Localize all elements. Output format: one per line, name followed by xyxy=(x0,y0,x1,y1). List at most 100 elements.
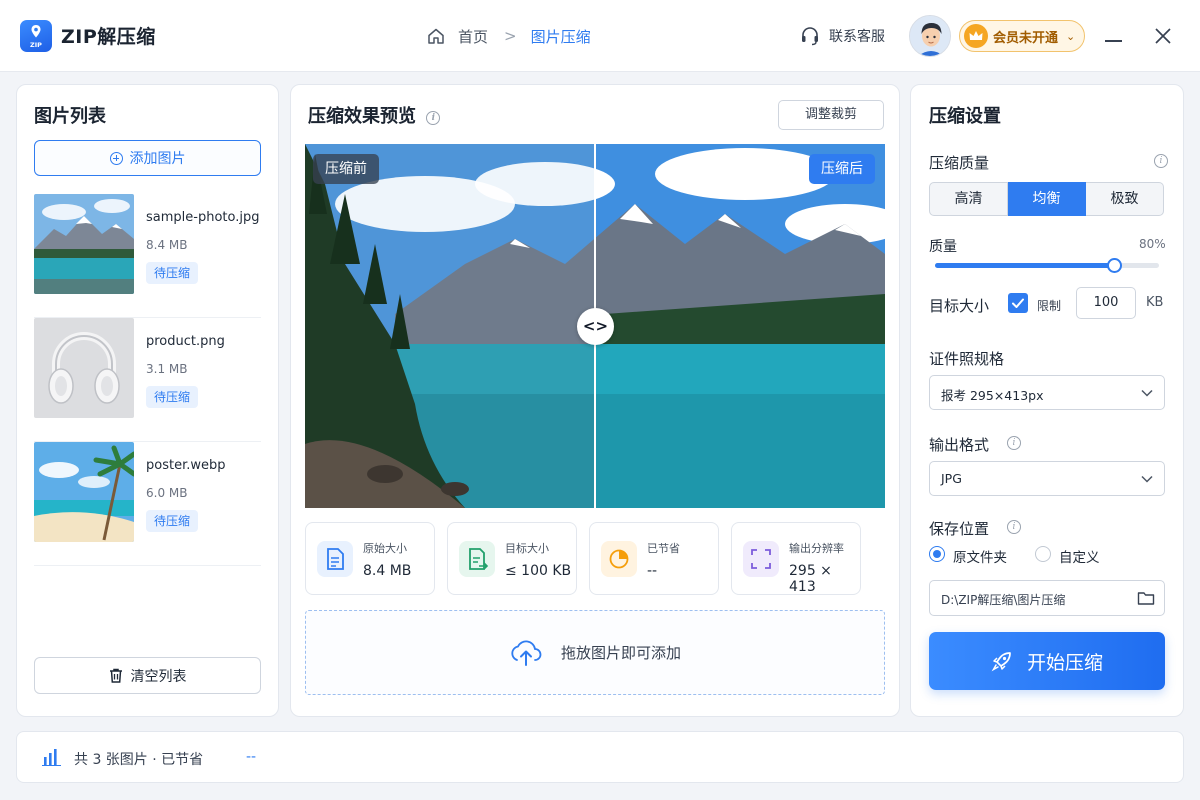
folder-icon[interactable] xyxy=(1137,590,1155,606)
compare-drag-handle[interactable]: <> xyxy=(577,308,614,345)
add-image-button[interactable]: 添加图片 xyxy=(34,140,261,176)
stat-label: 已节省 xyxy=(647,542,680,555)
radio-custom-folder[interactable] xyxy=(1035,546,1051,562)
check-icon xyxy=(1012,298,1024,308)
file-arrow-icon xyxy=(459,541,495,577)
save-path-field[interactable]: D:\ZIP解压缩\图片压缩 xyxy=(929,580,1165,616)
list-item[interactable]: poster.webp 6.0 MB 待压缩 xyxy=(34,442,261,566)
close-icon xyxy=(1155,28,1171,44)
file-icon xyxy=(317,541,353,577)
save-path-value: D:\ZIP解压缩\图片压缩 xyxy=(941,593,1066,607)
select-value: JPG xyxy=(941,471,962,486)
slider-handle[interactable] xyxy=(1107,258,1122,273)
beach-thumbnail xyxy=(34,442,134,542)
adjust-crop-button[interactable]: 调整裁剪 xyxy=(778,100,884,130)
info-icon[interactable]: i xyxy=(426,111,441,125)
item-size: 8.4 MB xyxy=(146,238,188,252)
chevron-down-icon: ⌄ xyxy=(1066,29,1076,43)
preview-panel: 压缩效果预览 i 调整裁剪 压缩前 压缩后 <> 原始大小 8.4 MB 目标大… xyxy=(290,84,900,717)
item-name: sample-photo.jpg xyxy=(146,210,260,225)
breadcrumb: 首页 > 图片压缩 xyxy=(426,24,591,48)
stat-label: 目标大小 xyxy=(505,542,549,555)
target-size-input[interactable]: 100 xyxy=(1076,287,1136,319)
app-logo: ZIP xyxy=(20,20,52,52)
stat-value: ≤ 100 KB xyxy=(505,563,572,579)
stat-original-size: 原始大小 8.4 MB xyxy=(305,522,435,595)
list-item[interactable]: product.png 3.1 MB 待压缩 xyxy=(34,318,261,442)
support-link[interactable]: 联系客服 xyxy=(799,25,885,47)
settings-panel: 压缩设置 压缩质量 i 高清 均衡 极致 质量 80% 目标大小 限制 100 … xyxy=(910,84,1184,717)
status-saved-value: -- xyxy=(246,749,257,765)
radio-custom-folder-label: 自定义 xyxy=(1059,550,1100,566)
list-item[interactable]: sample-photo.jpg 8.4 MB 待压缩 xyxy=(34,194,261,318)
add-image-label: 添加图片 xyxy=(129,151,186,167)
headset-icon xyxy=(802,27,818,46)
stat-label: 输出分辨率 xyxy=(789,542,844,555)
resize-icon xyxy=(743,541,779,577)
chevron-down-icon xyxy=(1141,389,1153,397)
image-list-panel: 图片列表 添加图片 sample-photo.jpg 8.4 MB 待压缩 pr… xyxy=(16,84,279,717)
drop-zone[interactable]: 拖放图片即可添加 xyxy=(305,610,885,695)
quality-option-balanced[interactable]: 均衡 xyxy=(1008,182,1086,216)
clear-list-label: 清空列表 xyxy=(130,668,187,685)
avatar[interactable] xyxy=(909,15,951,57)
vip-membership-button[interactable]: 会员未开通 ⌄ xyxy=(959,20,1085,52)
limit-checkbox[interactable] xyxy=(1008,293,1028,313)
stat-value: 8.4 MB xyxy=(363,563,412,579)
stat-value: 295 × 413 xyxy=(789,563,832,595)
headphones-icon xyxy=(34,318,134,418)
avatar-icon xyxy=(910,16,950,56)
preview-title-label: 压缩效果预览 xyxy=(308,106,416,127)
slider-fill xyxy=(935,263,1114,268)
stat-output-resolution: 输出分辨率 295 × 413 xyxy=(731,522,861,595)
quality-option-hd[interactable]: 高清 xyxy=(929,182,1008,216)
minimize-button[interactable] xyxy=(1104,26,1124,46)
quality-label: 压缩质量 xyxy=(929,154,990,172)
support-label: 联系客服 xyxy=(829,29,885,45)
upload-cloud-icon xyxy=(511,640,542,666)
beach-icon xyxy=(34,442,134,542)
status-badge: 待压缩 xyxy=(146,510,199,532)
drop-zone-label: 拖放图片即可添加 xyxy=(560,644,681,662)
quality-value: 80% xyxy=(1139,237,1166,251)
breadcrumb-current: 图片压缩 xyxy=(530,27,591,46)
title-bar: ZIP ZIP解压缩 首页 > 图片压缩 联系客服 会员未开通 ⌄ xyxy=(0,0,1200,72)
start-compress-button[interactable]: 开始压缩 xyxy=(929,632,1165,690)
quality-slider-label: 质量 xyxy=(929,239,957,255)
lake-thumbnail xyxy=(34,194,134,294)
bar-chart-icon xyxy=(42,749,61,766)
settings-title: 压缩设置 xyxy=(929,106,1001,127)
quality-option-extreme[interactable]: 极致 xyxy=(1086,182,1164,216)
zip-icon: ZIP xyxy=(30,25,42,49)
limit-label: 限制 xyxy=(1037,299,1062,313)
id-photo-spec-label: 证件照规格 xyxy=(929,350,1005,368)
info-icon[interactable]: i xyxy=(1154,154,1168,168)
status-badge: 待压缩 xyxy=(146,386,199,408)
stat-label: 原始大小 xyxy=(363,542,407,555)
after-label: 压缩后 xyxy=(809,154,875,184)
image-list-title: 图片列表 xyxy=(34,106,106,127)
breadcrumb-separator: > xyxy=(504,27,517,45)
quality-segmented-control: 高清 均衡 极致 xyxy=(929,182,1164,216)
id-photo-spec-select[interactable]: 报考 295×413px xyxy=(929,375,1165,410)
breadcrumb-home[interactable]: 首页 xyxy=(458,26,488,47)
radio-original-folder[interactable] xyxy=(929,546,945,562)
output-format-select[interactable]: JPG xyxy=(929,461,1165,496)
rocket-icon xyxy=(991,652,1011,672)
info-icon[interactable]: i xyxy=(1007,436,1021,450)
plus-circle-icon xyxy=(109,151,123,165)
compare-preview[interactable]: 压缩前 压缩后 <> xyxy=(305,144,885,508)
before-image: 压缩前 xyxy=(305,144,595,508)
pie-icon xyxy=(601,541,637,577)
info-icon[interactable]: i xyxy=(1007,520,1021,534)
app-title: ZIP解压缩 xyxy=(61,26,156,48)
after-image: 压缩后 xyxy=(595,144,885,508)
item-name: product.png xyxy=(146,334,225,349)
mountain-lake-image xyxy=(305,144,595,508)
quality-slider[interactable] xyxy=(935,258,1159,273)
clear-list-button[interactable]: 清空列表 xyxy=(34,657,261,694)
close-button[interactable] xyxy=(1153,26,1173,46)
target-size-unit: KB xyxy=(1146,295,1164,310)
home-icon[interactable] xyxy=(426,26,446,46)
status-badge: 待压缩 xyxy=(146,262,199,284)
